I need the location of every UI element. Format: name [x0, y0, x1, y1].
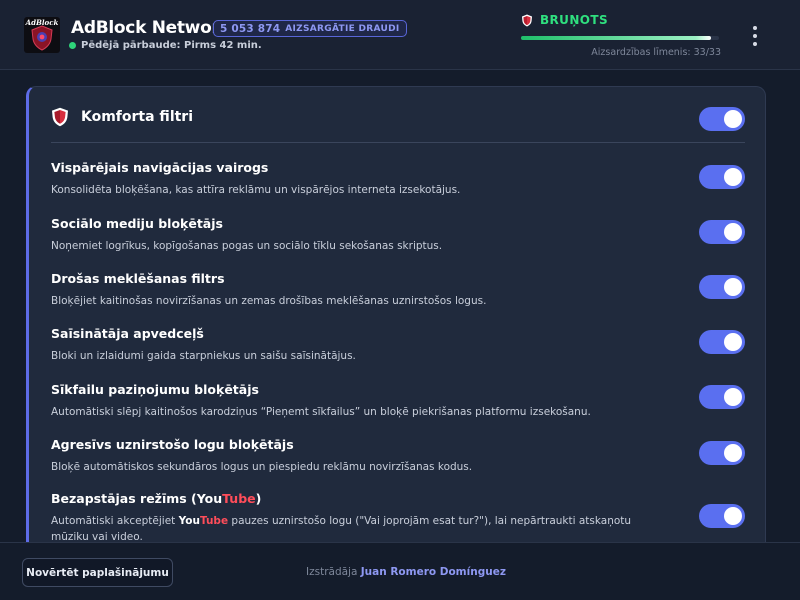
toggle-knob	[724, 333, 742, 351]
card-header: Komforta filtri	[51, 107, 745, 141]
filter-description: Automātiski akceptējiet YouTube pauzes u…	[51, 515, 632, 543]
toggle-knob	[724, 444, 742, 462]
filter-description: Bloķējiet kaitinošas novirzīšanas un zem…	[51, 295, 487, 307]
more-options-icon[interactable]	[748, 24, 762, 48]
filter-toggle[interactable]	[699, 220, 745, 244]
shield-icon	[52, 107, 68, 127]
filter-toggle[interactable]	[699, 504, 745, 528]
filter-description: Bloki un izlaidumi gaida starpniekus un …	[51, 350, 356, 362]
filter-title: Bezapstājas režīms (YouTube)	[51, 491, 262, 506]
threat-count-label: AIZSARGĀTIE DRAUDI	[285, 23, 400, 34]
protection-status: BRUŅOTS	[521, 13, 723, 40]
protection-progress-bar	[521, 36, 719, 40]
app-header: AdBlock AdBlock Network 5 053 874 AIZSAR…	[0, 0, 800, 70]
toggle-knob	[724, 110, 742, 128]
filter-item: Drošas meklēšanas filtrs Bloķējiet kaiti…	[51, 271, 671, 309]
filter-item: Bezapstājas režīms (YouTube) Automātiski…	[51, 491, 671, 545]
protection-level-text: Aizsardzības līmenis: 33/33	[591, 47, 721, 58]
toggle-knob	[724, 507, 742, 525]
filter-toggle[interactable]	[699, 441, 745, 465]
filter-description: Bloķē automātiskos sekundāros logus un p…	[51, 461, 473, 473]
filter-toggle[interactable]	[699, 385, 745, 409]
rate-extension-button[interactable]: Novērtēt paplašinājumu	[22, 558, 173, 587]
last-check-text: Pēdējā pārbaude: Pirms 42 min.	[81, 40, 262, 51]
filter-toggle[interactable]	[699, 165, 745, 189]
filter-title: Agresīvs uznirstošo logu bloķētājs	[51, 437, 294, 452]
app-title: AdBlock Network	[71, 18, 231, 38]
filter-title: Vispārējais navigācijas vairogs	[51, 160, 269, 175]
filter-title: Sīkfailu paziņojumu bloķētājs	[51, 382, 259, 397]
filter-description: Automātiski slēpj kaitinošos karodziņus …	[51, 406, 591, 418]
filter-item: Sīkfailu paziņojumu bloķētājs Automātisk…	[51, 382, 671, 420]
author-link[interactable]: Juan Romero Domínguez	[361, 566, 506, 578]
threat-count-badge: 5 053 874 AIZSARGĀTIE DRAUDI	[213, 20, 407, 37]
filter-item: Sociālo mediju bloķētājs Noņemiet logrīk…	[51, 216, 671, 254]
filter-description: Konsolidēta bloķēšana, kas attīra reklām…	[51, 184, 461, 196]
shield-icon	[522, 14, 532, 26]
toggle-knob	[724, 278, 742, 296]
filter-title: Drošas meklēšanas filtrs	[51, 271, 225, 286]
toggle-knob	[724, 223, 742, 241]
comfort-filters-card: Komforta filtri Vispārējais navigācijas …	[26, 86, 766, 556]
developer-credit: Izstrādāja Juan Romero Domínguez	[306, 566, 506, 578]
threat-count: 5 053 874	[220, 22, 281, 35]
shield-logo-icon	[31, 25, 53, 51]
card-title: Komforta filtri	[81, 109, 194, 125]
master-toggle[interactable]	[699, 107, 745, 131]
app-logo: AdBlock	[24, 17, 60, 53]
protection-progress-fill	[521, 36, 712, 40]
filter-toggle[interactable]	[699, 330, 745, 354]
filter-item: Saīsinātāja apvedceļš Bloki un izlaidumi…	[51, 326, 671, 364]
filter-title: Sociālo mediju bloķētājs	[51, 216, 223, 231]
last-check-status: Pēdējā pārbaude: Pirms 42 min.	[69, 40, 262, 51]
status-dot-icon	[69, 42, 76, 49]
filter-item: Vispārējais navigācijas vairogs Konsolid…	[51, 160, 671, 198]
footer: Novērtēt paplašinājumu Izstrādāja Juan R…	[0, 542, 800, 600]
filter-title: Saīsinātāja apvedceļš	[51, 326, 204, 341]
filter-description: Noņemiet logrīkus, kopīgošanas pogas un …	[51, 240, 443, 252]
divider	[51, 142, 745, 143]
status-text: BRUŅOTS	[540, 13, 609, 27]
filter-toggle[interactable]	[699, 275, 745, 299]
toggle-knob	[724, 388, 742, 406]
filter-item: Agresīvs uznirstošo logu bloķētājs Bloķē…	[51, 437, 671, 475]
toggle-knob	[724, 168, 742, 186]
